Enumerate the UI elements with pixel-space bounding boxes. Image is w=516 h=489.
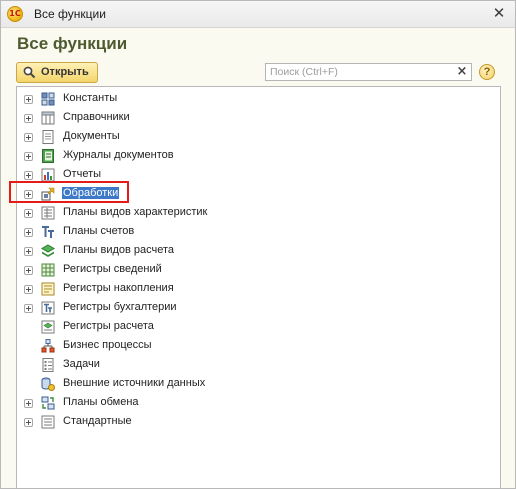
expand-icon[interactable] [24, 304, 33, 313]
tree-item-label: Стандартные [63, 415, 132, 427]
expand-icon[interactable] [24, 95, 33, 104]
reports-icon [41, 168, 55, 182]
calculation-types-icon [41, 244, 55, 257]
tree-item-label: Бизнес процессы [63, 339, 152, 351]
search-input[interactable] [266, 64, 458, 80]
tree-item[interactable]: Документы [17, 128, 500, 147]
calculation-registers-icon [41, 320, 55, 334]
tree-item[interactable]: Журналы документов [17, 147, 500, 166]
tree-item-label: Регистры сведений [63, 263, 162, 275]
app-logo-icon: 1С [7, 6, 23, 22]
window-title: Все функции [34, 7, 106, 21]
tree-item-label: Планы видов расчета [63, 244, 175, 256]
tree-item[interactable]: Задачи [17, 356, 500, 375]
open-button[interactable]: Открыть [16, 62, 98, 83]
close-button[interactable]: ✕ [491, 5, 507, 21]
tree-item-label: Задачи [63, 358, 100, 370]
catalogs-icon [41, 111, 55, 125]
characteristic-types-icon [41, 206, 55, 220]
page-title: Все функции [17, 34, 128, 53]
tree-item-selected[interactable]: Обработки [17, 185, 500, 204]
open-button-label: Открыть [41, 66, 89, 78]
tree-item-label: Обработки [62, 187, 120, 199]
expand-icon[interactable] [24, 133, 33, 142]
tree-item[interactable]: Бизнес процессы [17, 337, 500, 356]
tree-item-label: Регистры расчета [63, 320, 154, 332]
tree-item-label: Документы [63, 130, 120, 142]
tree-item[interactable]: Справочники [17, 109, 500, 128]
tree-item[interactable]: Стандартные [17, 413, 500, 432]
expand-icon[interactable] [24, 418, 33, 427]
accumulation-registers-icon [41, 282, 55, 296]
tree-item[interactable]: Регистры расчета [17, 318, 500, 337]
tree-item[interactable]: Регистры накопления [17, 280, 500, 299]
tree-item[interactable]: Константы [17, 90, 500, 109]
all-functions-window: 1С Все функции ✕ Все функции Открыть × ? [0, 0, 516, 489]
tree-item[interactable]: Планы видов расчета [17, 242, 500, 261]
tree-item[interactable]: Планы видов характеристик [17, 204, 500, 223]
tree-item[interactable]: Внешние источники данных [17, 375, 500, 394]
clear-icon: × [456, 64, 468, 79]
expand-icon[interactable] [24, 209, 33, 218]
data-processors-icon [41, 187, 55, 201]
expand-icon[interactable] [24, 399, 33, 408]
dialog-content: Все функции Открыть × ? [1, 28, 515, 489]
tree-item-label: Константы [63, 92, 118, 104]
help-button[interactable]: ? [479, 64, 495, 80]
documents-icon [42, 130, 54, 144]
close-icon: ✕ [492, 4, 506, 22]
tree-item-label: Регистры накопления [63, 282, 174, 294]
search-box: × [265, 63, 472, 81]
tree-item[interactable]: Регистры сведений [17, 261, 500, 280]
tree-item[interactable]: Планы обмена [17, 394, 500, 413]
clear-search-button[interactable]: × [455, 64, 469, 80]
tree-item-label: Планы обмена [63, 396, 139, 408]
tree-item-label: Внешние источники данных [63, 377, 206, 389]
expand-icon[interactable] [24, 247, 33, 256]
expand-icon[interactable] [24, 171, 33, 180]
tree-item[interactable]: Планы счетов [17, 223, 500, 242]
tasks-icon [42, 358, 54, 372]
expand-icon[interactable] [24, 190, 33, 199]
information-registers-icon [41, 263, 55, 277]
title-bar: 1С Все функции ✕ [1, 1, 515, 28]
help-icon: ? [483, 66, 491, 78]
tree-item-label: Регистры бухгалтерии [63, 301, 177, 313]
document-journals-icon [42, 149, 54, 163]
expand-icon[interactable] [24, 285, 33, 294]
expand-icon[interactable] [24, 266, 33, 275]
chart-of-accounts-icon [42, 226, 54, 238]
external-data-sources-icon [41, 377, 55, 391]
constants-icon [41, 92, 55, 106]
functions-tree: Константы Справочники Документы Журналы … [16, 86, 501, 489]
expand-icon[interactable] [24, 114, 33, 123]
tree-item-label: Планы видов характеристик [63, 206, 208, 218]
tree-item[interactable]: Отчеты [17, 166, 500, 185]
accounting-registers-icon [41, 301, 55, 315]
standard-icon [41, 415, 55, 429]
search-icon [23, 66, 36, 79]
expand-icon[interactable] [24, 228, 33, 237]
tree-item-label: Журналы документов [63, 149, 174, 161]
tree-item-label: Планы счетов [63, 225, 135, 237]
tree-item-label: Отчеты [63, 168, 102, 180]
tree-item[interactable]: Регистры бухгалтерии [17, 299, 500, 318]
tree-item-label: Справочники [63, 111, 130, 123]
business-processes-icon [41, 339, 55, 353]
exchange-plans-icon [41, 396, 55, 410]
expand-icon[interactable] [24, 152, 33, 161]
